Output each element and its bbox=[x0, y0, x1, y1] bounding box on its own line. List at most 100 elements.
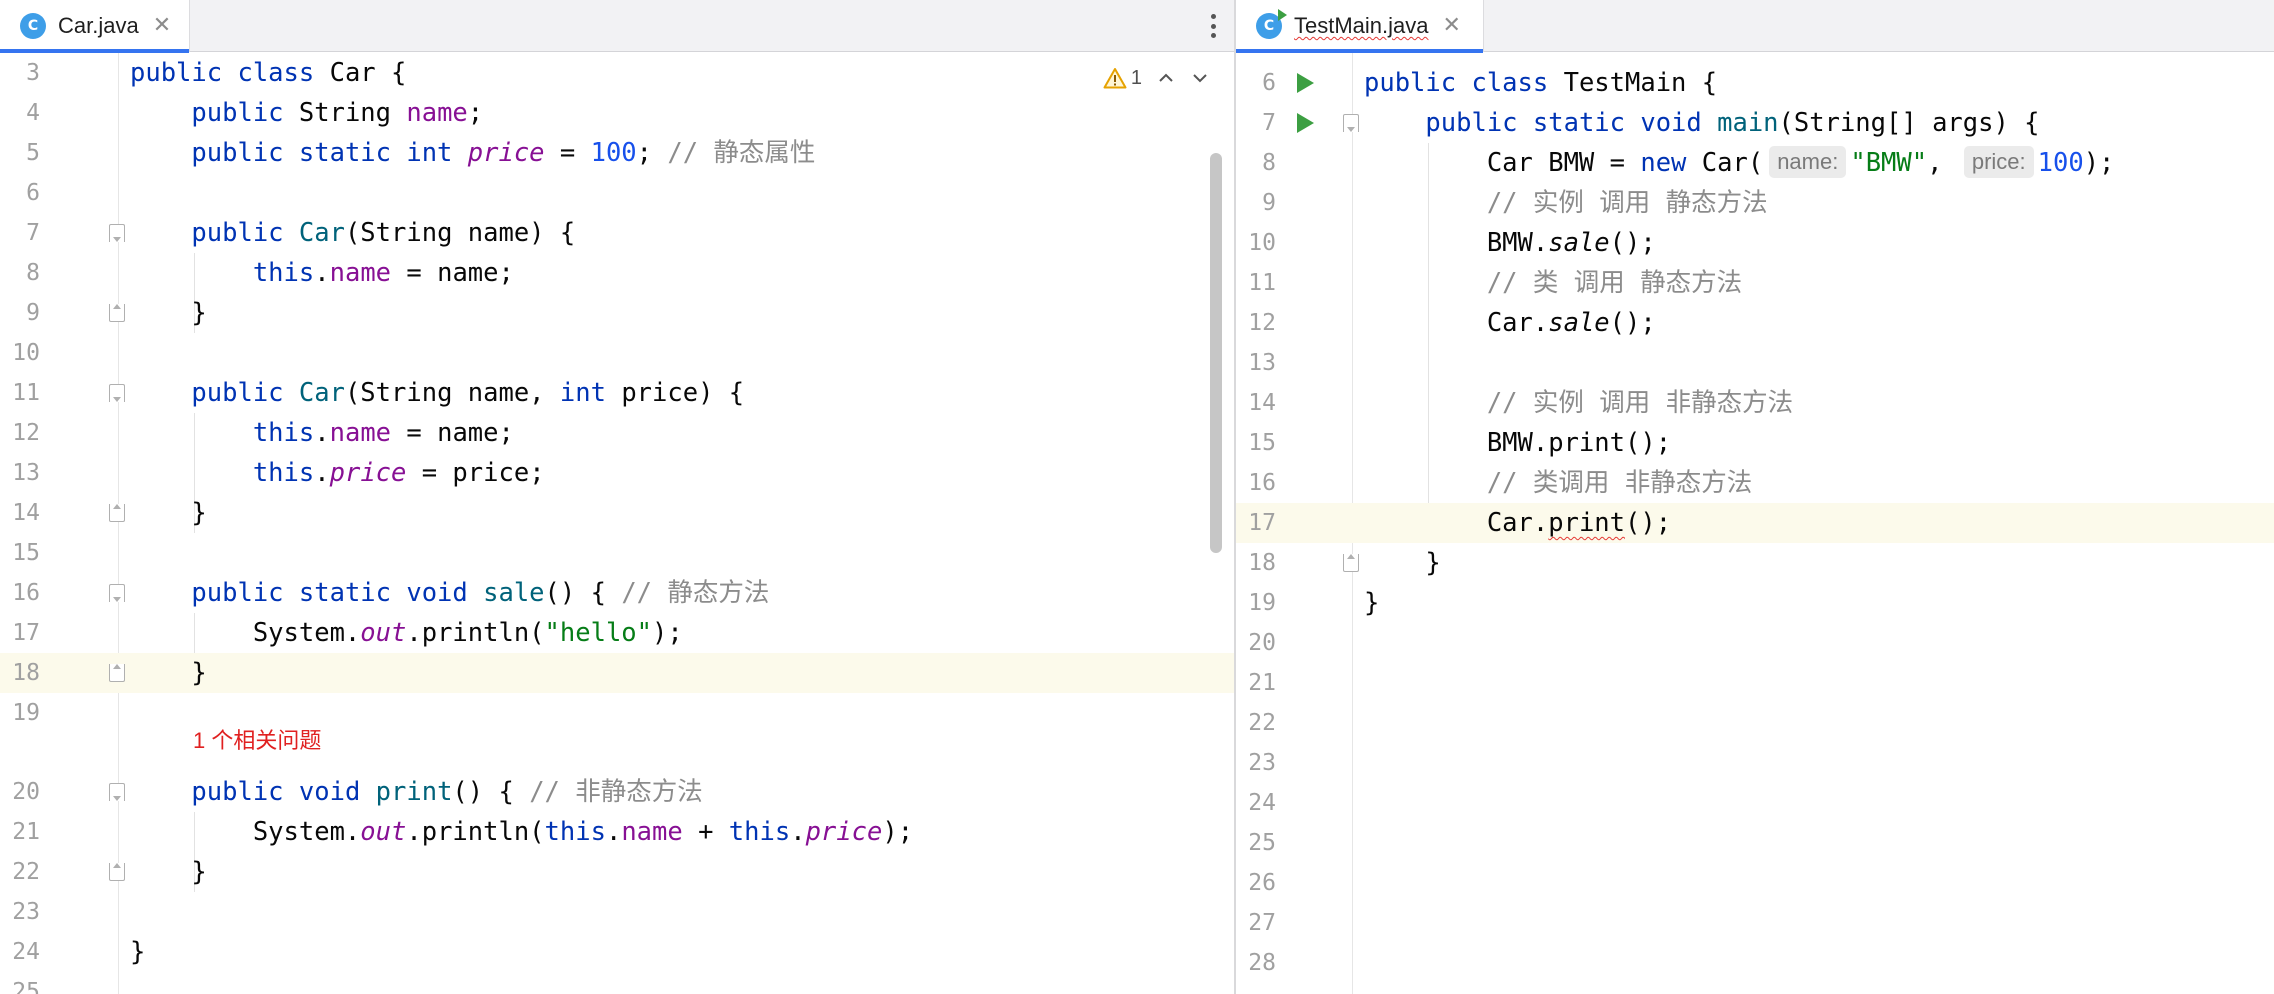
code-line[interactable]: 9 } bbox=[0, 293, 1234, 333]
code-line[interactable]: 6 bbox=[0, 173, 1234, 213]
code-text[interactable]: System.out.println(this.name + this.pric… bbox=[130, 812, 913, 852]
code-line[interactable]: 22 bbox=[1236, 703, 2274, 743]
code-line[interactable]: 27 bbox=[1236, 903, 2274, 943]
code-line[interactable]: 15 BMW.print(); bbox=[1236, 423, 2274, 463]
fold-collapse-icon[interactable] bbox=[109, 224, 125, 242]
code-text[interactable]: public String name; bbox=[130, 93, 483, 133]
line-number[interactable]: 15 bbox=[1236, 423, 1276, 463]
line-number[interactable]: 17 bbox=[1236, 503, 1276, 543]
line-number[interactable]: 18 bbox=[1236, 543, 1276, 583]
code-line[interactable]: 7 public static void main(String[] args)… bbox=[1236, 103, 2274, 143]
line-number[interactable]: 23 bbox=[0, 892, 40, 932]
code-text[interactable]: public class TestMain { bbox=[1364, 63, 1717, 103]
code-line[interactable]: 21 bbox=[1236, 663, 2274, 703]
fold-end-icon[interactable] bbox=[109, 504, 125, 522]
code-line[interactable]: 23 bbox=[1236, 743, 2274, 783]
line-number[interactable]: 26 bbox=[1236, 863, 1276, 903]
line-number[interactable]: 9 bbox=[1236, 183, 1276, 223]
related-problems-hint[interactable]: 1 个相关问题 bbox=[193, 726, 321, 756]
line-number[interactable]: 8 bbox=[1236, 143, 1276, 183]
code-line[interactable]: 13 this.price = price; bbox=[0, 453, 1234, 493]
code-line[interactable]: 18 } bbox=[1236, 543, 2274, 583]
run-gutter-icon[interactable] bbox=[1297, 73, 1314, 93]
code-text[interactable]: public void print() { // 非静态方法 bbox=[130, 772, 702, 812]
line-number[interactable]: 11 bbox=[1236, 263, 1276, 303]
code-line[interactable]: 12 this.name = name; bbox=[0, 413, 1234, 453]
tab-testmain-java[interactable]: C TestMain.java ✕ bbox=[1236, 0, 1484, 53]
code-line[interactable]: 23 bbox=[0, 892, 1234, 932]
code-text[interactable]: BMW.print(); bbox=[1364, 423, 1671, 463]
code-text[interactable]: // 类 调用 静态方法 bbox=[1364, 263, 1742, 303]
line-number[interactable]: 3 bbox=[0, 53, 40, 93]
line-number[interactable]: 24 bbox=[1236, 783, 1276, 823]
line-number[interactable]: 18 bbox=[0, 653, 40, 693]
code-text[interactable]: // 类调用 非静态方法 bbox=[1364, 463, 1752, 503]
code-line[interactable]: 24} bbox=[0, 932, 1234, 972]
code-line[interactable]: 9 // 实例 调用 静态方法 bbox=[1236, 183, 2274, 223]
line-number[interactable]: 21 bbox=[0, 812, 40, 852]
line-number[interactable]: 7 bbox=[0, 213, 40, 253]
line-number[interactable]: 5 bbox=[0, 133, 40, 173]
code-text[interactable]: public static void sale() { // 静态方法 bbox=[130, 573, 769, 613]
code-text[interactable]: this.price = price; bbox=[130, 453, 545, 493]
line-number[interactable]: 16 bbox=[0, 573, 40, 613]
code-line[interactable]: 22 } bbox=[0, 852, 1234, 892]
code-line[interactable]: 20 public void print() { // 非静态方法 bbox=[0, 772, 1234, 812]
code-text[interactable]: Car.print(); bbox=[1364, 503, 1671, 543]
code-line[interactable]: 10 bbox=[0, 333, 1234, 373]
code-line[interactable]: 21 System.out.println(this.name + this.p… bbox=[0, 812, 1234, 852]
code-line[interactable]: 10 BMW.sale(); bbox=[1236, 223, 2274, 263]
line-number[interactable]: 19 bbox=[1236, 583, 1276, 623]
code-text[interactable]: } bbox=[130, 932, 145, 972]
code-line[interactable]: 26 bbox=[1236, 863, 2274, 903]
code-line[interactable]: 28 bbox=[1236, 943, 2274, 983]
line-number[interactable]: 22 bbox=[1236, 703, 1276, 743]
code-line[interactable]: 25 bbox=[1236, 823, 2274, 863]
line-number[interactable]: 13 bbox=[1236, 343, 1276, 383]
fold-end-icon[interactable] bbox=[109, 664, 125, 682]
fold-collapse-icon[interactable] bbox=[109, 783, 125, 801]
code-line[interactable]: 7 public Car(String name) { bbox=[0, 213, 1234, 253]
line-number[interactable]: 10 bbox=[1236, 223, 1276, 263]
code-editor-testmain[interactable]: 6 public class TestMain {7 public static … bbox=[1236, 53, 2274, 994]
line-number[interactable]: 25 bbox=[0, 972, 40, 994]
code-line[interactable]: 19} bbox=[1236, 583, 2274, 623]
line-number[interactable]: 9 bbox=[0, 293, 40, 333]
run-gutter-icon[interactable] bbox=[1297, 113, 1314, 133]
code-text[interactable]: public static void main(String[] args) { bbox=[1364, 103, 2039, 143]
line-number[interactable]: 24 bbox=[0, 932, 40, 972]
line-number[interactable]: 10 bbox=[0, 333, 40, 373]
line-number[interactable]: 16 bbox=[1236, 463, 1276, 503]
code-text[interactable]: } bbox=[130, 653, 206, 693]
tab-car-java[interactable]: C Car.java ✕ bbox=[0, 0, 190, 53]
line-number[interactable]: 28 bbox=[1236, 943, 1276, 983]
code-line[interactable]: 25 bbox=[0, 972, 1234, 994]
code-line[interactable]: 15 bbox=[0, 533, 1234, 573]
line-number[interactable]: 13 bbox=[0, 453, 40, 493]
code-text[interactable]: // 实例 调用 静态方法 bbox=[1364, 183, 1768, 223]
code-text[interactable]: } bbox=[130, 493, 206, 533]
code-text[interactable]: this.name = name; bbox=[130, 253, 514, 293]
line-number[interactable]: 14 bbox=[0, 493, 40, 533]
code-text[interactable]: } bbox=[1364, 583, 1379, 623]
fold-collapse-icon[interactable] bbox=[109, 584, 125, 602]
line-number[interactable]: 17 bbox=[0, 613, 40, 653]
code-line[interactable]: 19 bbox=[0, 693, 1234, 733]
code-line[interactable]: 17 System.out.println("hello"); bbox=[0, 613, 1234, 653]
code-line[interactable]: 14 // 实例 调用 非静态方法 bbox=[1236, 383, 2274, 423]
fold-end-icon[interactable] bbox=[109, 863, 125, 881]
code-line[interactable]: 16 // 类调用 非静态方法 bbox=[1236, 463, 2274, 503]
line-number[interactable]: 21 bbox=[1236, 663, 1276, 703]
code-line[interactable]: 11 public Car(String name, int price) { bbox=[0, 373, 1234, 413]
code-line[interactable]: 8 this.name = name; bbox=[0, 253, 1234, 293]
line-number[interactable]: 22 bbox=[0, 852, 40, 892]
line-number[interactable]: 12 bbox=[1236, 303, 1276, 343]
code-text[interactable]: } bbox=[1364, 543, 1440, 583]
line-number[interactable]: 15 bbox=[0, 533, 40, 573]
code-text[interactable]: public class Car { bbox=[130, 53, 406, 93]
code-text[interactable]: BMW.sale(); bbox=[1364, 223, 1656, 263]
code-text[interactable]: } bbox=[130, 293, 206, 333]
line-number[interactable]: 14 bbox=[1236, 383, 1276, 423]
line-number[interactable]: 6 bbox=[0, 173, 40, 213]
code-line[interactable]: 5 public static int price = 100; // 静态属性 bbox=[0, 133, 1234, 173]
